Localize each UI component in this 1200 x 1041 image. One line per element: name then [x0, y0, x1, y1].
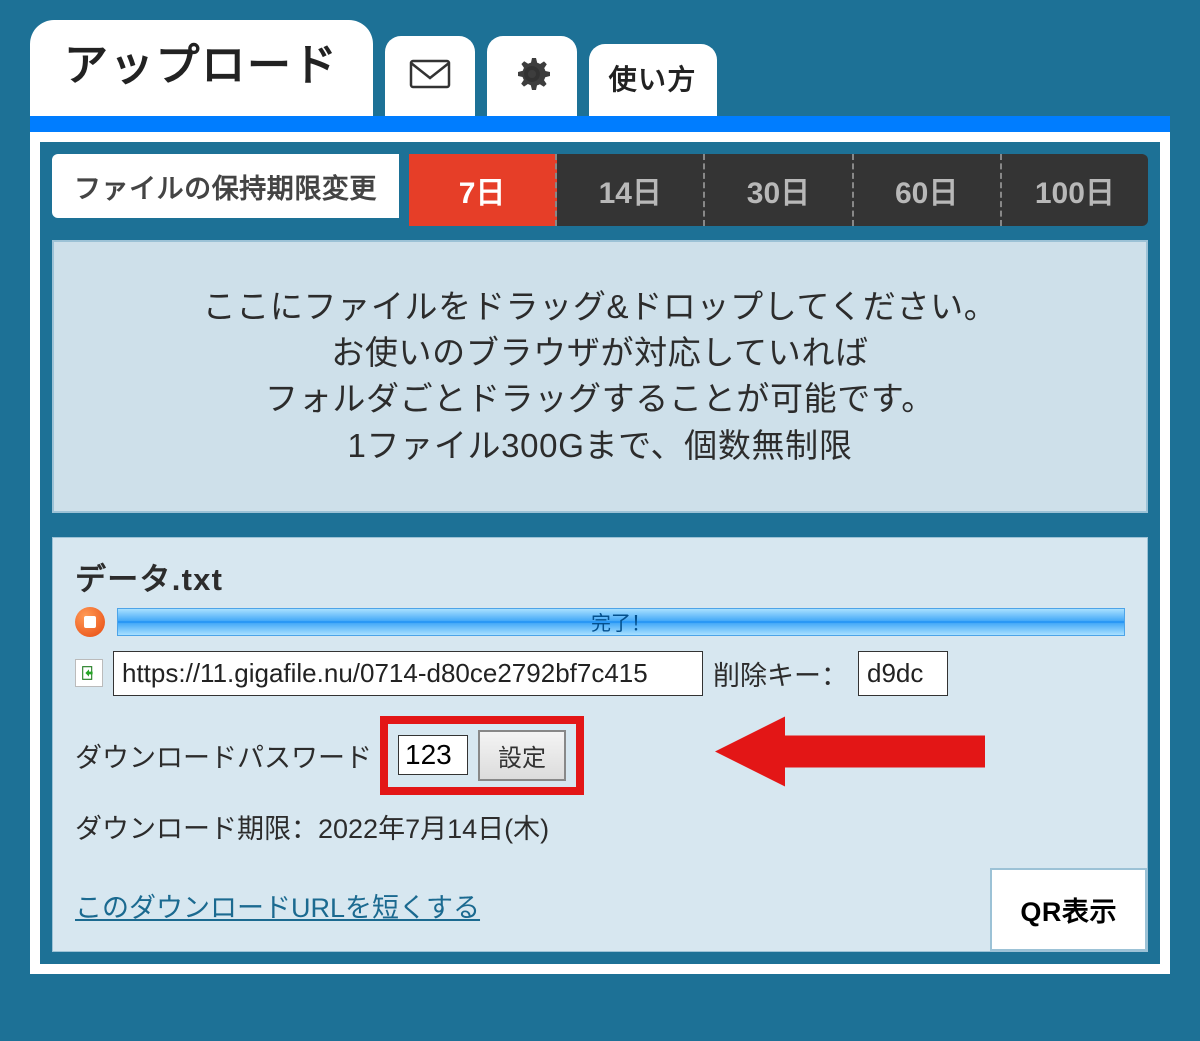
retention-opt-7[interactable]: 7日 [409, 154, 557, 226]
gear-icon [508, 50, 556, 103]
shorten-url-link[interactable]: このダウンロードURLを短くする [75, 893, 480, 923]
dropzone-line4: 1ファイル300Gまで、個数無制限 [348, 427, 853, 464]
stop-button[interactable] [75, 607, 105, 637]
tab-upload[interactable]: アップロード [30, 20, 373, 116]
download-deadline: ダウンロード期限：2022年7月14日(木) [75, 807, 1125, 846]
retention-opt-14[interactable]: 14日 [557, 154, 705, 226]
dropzone-line3: フォルダごとドラッグすることが可能です。 [265, 380, 935, 417]
password-row: ダウンロードパスワード 設定 [75, 716, 584, 795]
password-highlight-box: 設定 [380, 716, 584, 795]
qr-show-button[interactable]: QR表示 [990, 868, 1147, 951]
open-link-icon[interactable] [75, 659, 103, 687]
result-panel: データ.txt 完了！ 削除キー： ダウンロードパスワード 設定 [52, 537, 1148, 952]
progress-text: 完了！ [591, 607, 651, 636]
url-row: 削除キー： [75, 651, 1125, 696]
deadline-label: ダウンロード期限： [75, 814, 318, 844]
delete-key-field[interactable] [858, 651, 948, 696]
retention-opt-60[interactable]: 60日 [854, 154, 1002, 226]
delete-key-label: 削除キー： [713, 654, 848, 693]
progress-bar: 完了！ [117, 608, 1125, 636]
retention-row: ファイルの保持期限変更 7日 14日 30日 60日 100日 [52, 154, 1148, 226]
tab-bar: アップロード 使い方 [30, 20, 1170, 116]
tab-mail[interactable] [385, 36, 475, 116]
password-input[interactable] [398, 735, 468, 775]
progress-row: 完了！ [75, 607, 1125, 637]
main-panel: ファイルの保持期限変更 7日 14日 30日 60日 100日 ここにファイルを… [30, 116, 1170, 974]
inner-frame: ファイルの保持期限変更 7日 14日 30日 60日 100日 ここにファイルを… [30, 132, 1170, 974]
dropzone-text: ここにファイルをドラッグ&ドロップしてください。 お使いのブラウザが対応していれ… [84, 284, 1116, 469]
password-set-button[interactable]: 設定 [478, 730, 566, 781]
tab-howto[interactable]: 使い方 [589, 44, 717, 116]
mail-icon [406, 50, 454, 103]
file-name: データ.txt [75, 554, 1125, 599]
password-label: ダウンロードパスワード [75, 736, 372, 775]
tab-settings[interactable] [487, 36, 577, 116]
retention-label: ファイルの保持期限変更 [52, 154, 399, 218]
retention-options: 7日 14日 30日 60日 100日 [409, 154, 1148, 226]
deadline-value: 2022年7月14日(木) [318, 814, 549, 844]
pointer-arrow [715, 712, 995, 799]
retention-opt-100[interactable]: 100日 [1002, 154, 1148, 226]
dropzone-line1: ここにファイルをドラッグ&ドロップしてください。 [203, 288, 998, 325]
retention-opt-30[interactable]: 30日 [705, 154, 853, 226]
dropzone[interactable]: ここにファイルをドラッグ&ドロップしてください。 お使いのブラウザが対応していれ… [52, 240, 1148, 513]
dropzone-line2: お使いのブラウザが対応していれば [331, 334, 869, 371]
download-url-field[interactable] [113, 651, 703, 696]
